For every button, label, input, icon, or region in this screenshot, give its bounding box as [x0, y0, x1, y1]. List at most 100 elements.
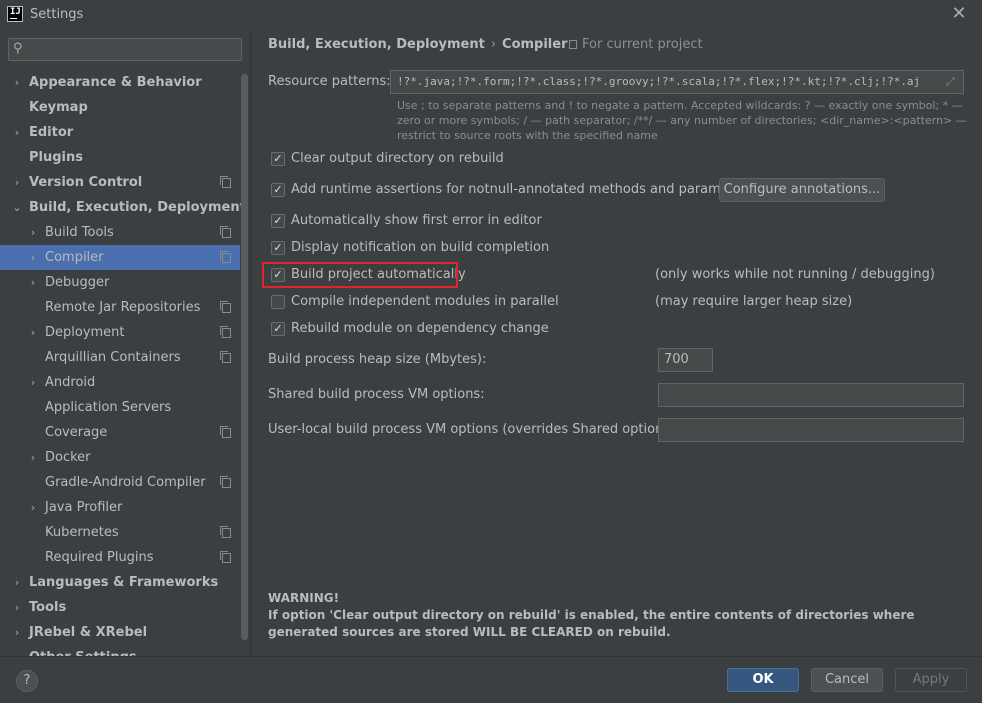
chevron-right-icon[interactable]: › [11, 620, 23, 645]
sidebar-item-label: Plugins [29, 150, 83, 165]
sidebar-item-required-plugins[interactable]: Required Plugins [0, 545, 240, 570]
sidebar-item-label: Build Tools [45, 225, 114, 240]
project-level-icon [220, 301, 231, 313]
sidebar-item-arquillian-containers[interactable]: Arquillian Containers [0, 345, 240, 370]
chevron-right-icon[interactable]: › [11, 170, 23, 195]
resource-patterns-hint: Use ; to separate patterns and ! to nega… [397, 99, 967, 142]
dialog-footer: ? OK Cancel Apply [0, 656, 982, 703]
sidebar-item-label: Gradle-Android Compiler [45, 475, 206, 490]
intellij-logo-icon: IJ [7, 6, 23, 22]
local-vm-options-label: User-local build process VM options (ove… [268, 422, 680, 437]
resource-patterns-label: Resource patterns: [268, 74, 391, 89]
chevron-right-icon[interactable]: › [11, 70, 23, 95]
checkbox-box[interactable]: ✓ [271, 152, 285, 166]
chevron-right-icon[interactable]: › [11, 645, 23, 656]
chevron-right-icon[interactable]: › [27, 245, 39, 270]
checkbox-label: Automatically show first error in editor [291, 213, 542, 228]
apply-button[interactable]: Apply [895, 668, 967, 692]
warning-message: WARNING! If option 'Clear output directo… [268, 590, 968, 641]
sidebar-item-label: JRebel & XRebel [29, 625, 148, 640]
chevron-right-icon[interactable]: › [27, 495, 39, 520]
sidebar-item-editor[interactable]: › Editor [0, 120, 240, 145]
chevron-right-icon[interactable]: › [27, 320, 39, 345]
sidebar-item-label: Java Profiler [45, 500, 123, 515]
expand-icon[interactable]: ⤢ [946, 76, 957, 87]
chevron-right-icon[interactable]: › [11, 120, 23, 145]
search-input[interactable] [33, 41, 233, 58]
checkbox-label: Rebuild module on dependency change [291, 321, 549, 336]
checkbox-label: Clear output directory on rebuild [291, 151, 504, 166]
settings-search[interactable]: ⚲ [8, 38, 242, 61]
title-bar: IJ Settings ✕ [0, 0, 982, 30]
sidebar-item-label: Application Servers [45, 400, 172, 415]
sidebar-item-docker[interactable]: › Docker [0, 445, 240, 470]
sidebar-item-label: Debugger [45, 275, 110, 290]
chevron-down-icon[interactable]: ⌄ [11, 195, 23, 220]
sidebar-item-coverage[interactable]: Coverage [0, 420, 240, 445]
settings-tree: › Appearance & Behavior Keymap › Editor Plugi… [0, 70, 246, 656]
chevron-right-icon[interactable]: › [11, 595, 23, 620]
shared-vm-options-input[interactable] [658, 383, 964, 407]
chevron-right-icon[interactable]: › [27, 270, 39, 295]
sidebar-item-version-control[interactable]: › Version Control [0, 170, 240, 195]
resource-patterns-value: !?*.java;!?*.form;!?*.class;!?*.groovy;!… [397, 75, 921, 88]
checkbox-label: Add runtime assertions for notnull-annot… [291, 182, 755, 197]
checkbox-box[interactable]: ✓ [271, 183, 285, 197]
sidebar-item-label: Coverage [45, 425, 108, 440]
for-project-label: For current project [582, 37, 703, 52]
close-icon[interactable]: ✕ [949, 4, 969, 24]
for-current-project: For current project [569, 37, 703, 52]
sidebar-item-application-servers[interactable]: Application Servers [0, 395, 240, 420]
sidebar-item-other-settings[interactable]: › Other Settings [0, 645, 240, 656]
help-button[interactable]: ? [16, 670, 38, 692]
project-level-icon [220, 351, 231, 363]
sidebar-item-build-execution-deployment[interactable]: ⌄ Build, Execution, Deployment [0, 195, 245, 220]
resource-patterns-input[interactable]: !?*.java;!?*.form;!?*.class;!?*.groovy;!… [390, 70, 964, 94]
local-vm-options-input[interactable] [658, 418, 964, 442]
sidebar-item-label: Kubernetes [45, 525, 119, 540]
sidebar-item-label: Compiler [45, 250, 104, 265]
sidebar-item-label: Version Control [29, 175, 143, 190]
project-icon [569, 40, 577, 49]
chevron-right-icon[interactable]: › [27, 445, 39, 470]
sidebar-item-appearance-behavior[interactable]: › Appearance & Behavior [0, 70, 240, 95]
sidebar-item-tools[interactable]: › Tools [0, 595, 240, 620]
project-level-icon [220, 226, 231, 238]
ok-button[interactable]: OK [727, 668, 799, 692]
checkbox-box[interactable] [271, 295, 285, 309]
sidebar-item-android[interactable]: › Android [0, 370, 240, 395]
heap-size-input[interactable]: 700 [658, 348, 713, 372]
chevron-right-icon[interactable]: › [27, 370, 39, 395]
sidebar-scrollbar[interactable] [241, 74, 248, 640]
sidebar-item-deployment[interactable]: › Deployment [0, 320, 240, 345]
sidebar-item-languages-frameworks[interactable]: › Languages & Frameworks [0, 570, 240, 595]
compiler-settings-panel: Build, Execution, Deployment › Compiler Fo… [250, 30, 982, 656]
sidebar-item-plugins[interactable]: Plugins [0, 145, 240, 170]
warning-text: If option 'Clear output directory on reb… [268, 608, 915, 639]
checkbox-label: Compile independent modules in parallel [291, 294, 559, 309]
sidebar-item-compiler[interactable]: › Compiler [0, 245, 240, 270]
shared-vm-options-label: Shared build process VM options: [268, 387, 485, 402]
build-auto-note: (only works while not running / debuggin… [655, 267, 935, 282]
sidebar-item-kubernetes[interactable]: Kubernetes [0, 520, 240, 545]
configure-annotations-button[interactable]: Configure annotations... [719, 178, 885, 202]
checkbox-box[interactable]: ✓ [271, 214, 285, 228]
parallel-note: (may require larger heap size) [655, 294, 853, 309]
checkbox-label: Display notification on build completion [291, 240, 550, 255]
chevron-right-icon[interactable]: › [27, 220, 39, 245]
sidebar-item-build-tools[interactable]: › Build Tools [0, 220, 240, 245]
cancel-button[interactable]: Cancel [811, 668, 883, 692]
sidebar-item-java-profiler[interactable]: › Java Profiler [0, 495, 240, 520]
project-level-icon [220, 526, 231, 538]
project-level-icon [220, 251, 231, 263]
breadcrumb: Build, Execution, Deployment › Compiler [268, 37, 568, 52]
sidebar-item-debugger[interactable]: › Debugger [0, 270, 240, 295]
sidebar-item-keymap[interactable]: Keymap [0, 95, 240, 120]
sidebar-item-remote-jar-repositories[interactable]: Remote Jar Repositories [0, 295, 240, 320]
sidebar-item-gradle-android-compiler[interactable]: Gradle-Android Compiler [0, 470, 240, 495]
checkbox-box[interactable]: ✓ [271, 322, 285, 336]
checkbox-box[interactable]: ✓ [271, 241, 285, 255]
chevron-right-icon[interactable]: › [11, 570, 23, 595]
sidebar-item-jrebel-xrebel[interactable]: › JRebel & XRebel [0, 620, 240, 645]
heap-size-label: Build process heap size (Mbytes): [268, 352, 487, 367]
